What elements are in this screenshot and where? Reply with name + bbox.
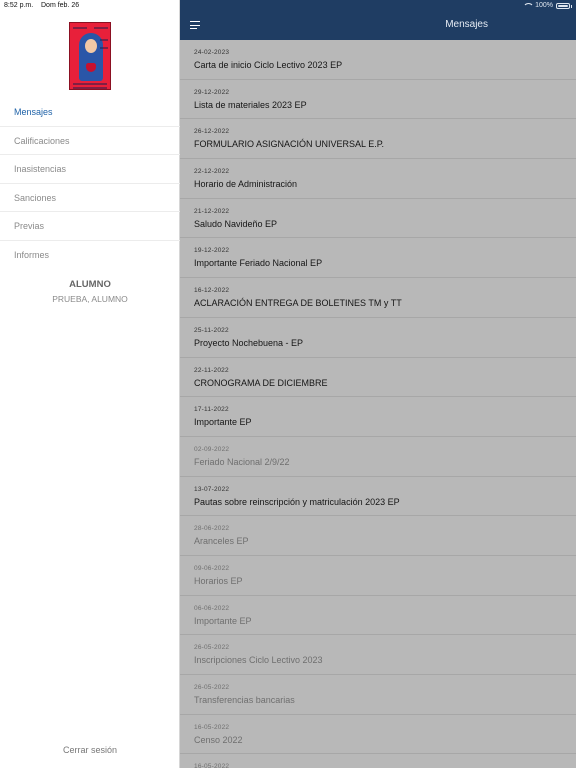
message-date: 16-12-2022 (194, 287, 230, 295)
message-title: Importante Feriado Nacional EP (194, 258, 323, 269)
list-item[interactable]: 02-09-2022 Feriado Nacional 2/9/22 (180, 437, 576, 477)
sidebar-item-mensajes[interactable]: Mensajes (0, 98, 180, 127)
message-date: 22-11-2022 (194, 366, 229, 374)
list-item[interactable]: 26-05-2022 Transferencias bancarias (180, 675, 576, 715)
list-item[interactable]: 16-05-2022 Censo 2022 (180, 715, 576, 755)
user-name: PRUEBA, ALUMNO (52, 294, 128, 304)
status-date: Dom feb. 26 (41, 2, 80, 9)
wifi-icon (523, 2, 535, 9)
list-item[interactable]: 25-11-2022 Proyecto Nochebuena - EP (180, 318, 576, 358)
message-title: Aranceles EP (194, 536, 249, 547)
list-item[interactable]: 26-12-2022 FORMULARIO ASIGNACIÓN UNIVERSA… (180, 119, 576, 160)
sidebar-item-inasistencias[interactable]: Inasistencias (0, 155, 180, 184)
list-item[interactable]: 21-12-2022 Saludo Navideño EP (180, 199, 576, 239)
logout-button[interactable]: Cerrar sesión (0, 745, 180, 755)
message-list: 24-02-2023 Carta de inicio Ciclo Lectivo … (180, 40, 576, 768)
message-date: 02-09-2022 (194, 445, 230, 453)
message-date: 09-06-2022 (194, 564, 230, 572)
message-title: Inscripciones Ciclo Lectivo 2023 (194, 655, 323, 666)
message-date: 21-12-2022 (194, 207, 230, 215)
sidebar-item-calificaciones[interactable]: Calificaciones (0, 127, 180, 156)
list-item[interactable]: 26-05-2022 Inscripciones Ciclo Lectivo 20… (180, 635, 576, 675)
side-menu-list: Mensajes Calificaciones Inasistencias Sanci… (0, 98, 180, 270)
list-item[interactable]: 16-12-2022 ACLARACIÓN ENTREGA DE BOLETINE… (180, 278, 576, 318)
message-date: 19-12-2022 (194, 247, 230, 255)
message-date: 26-05-2022 (194, 684, 230, 691)
message-title: Importante EP (194, 417, 252, 428)
list-item[interactable]: 19-12-2022 Importante Feriado Nacional EP (180, 238, 576, 279)
message-date: 28-06-2022 (194, 525, 230, 533)
message-title: Importante EP (194, 615, 252, 626)
list-item[interactable]: 16-05-2022 (180, 754, 576, 768)
message-date: 24-02-2023 (194, 49, 230, 56)
messages-panel: Mensajes 24-02-2023 Carta de inicio Ciclo… (180, 0, 576, 768)
sidebar-item-sanciones[interactable]: Sanciones (0, 184, 180, 213)
side-menu: Mensajes Calificaciones Inasistencias Sanci… (0, 0, 180, 768)
message-title: ACLARACIÓN ENTREGA DE BOLETINES TM y TT (194, 298, 402, 309)
message-title: Lista de materiales 2023 EP (194, 99, 307, 110)
message-title: Censo 2022 (194, 734, 243, 745)
message-date: 16-05-2022 (194, 763, 230, 768)
message-date: 29-12-2022 (194, 88, 230, 96)
status-right: 100% (523, 2, 572, 9)
message-title: Horarios EP (194, 575, 243, 586)
list-item[interactable]: 09-06-2022 Horarios EP (180, 556, 576, 596)
user-role: ALUMNO (69, 279, 111, 290)
list-item[interactable]: 22-12-2022 Horario de Administración (180, 159, 576, 199)
message-date: 25-11-2022 (194, 326, 229, 334)
message-date: 06-06-2022 (194, 604, 230, 612)
message-title: CRONOGRAMA DE DICIEMBRE (194, 377, 328, 388)
list-item[interactable]: 22-11-2022 CRONOGRAMA DE DICIEMBRE (180, 358, 576, 398)
list-item[interactable]: 13-07-2022 Pautas sobre reinscripción y m… (180, 477, 576, 517)
list-item[interactable]: 17-11-2022 Importante EP (180, 397, 576, 437)
school-crest-icon (69, 22, 111, 90)
page-title: Mensajes (445, 19, 488, 30)
battery-icon (556, 2, 572, 9)
message-title: Pautas sobre reinscripción y matriculaci… (194, 496, 400, 507)
status-time: 8:52 p.m. (4, 2, 34, 9)
message-title: Proyecto Nochebuena - EP (194, 337, 304, 348)
status-bar: 8:52 p.m. Dom feb. 26 100% (0, 0, 576, 12)
message-date: 26-05-2022 (194, 644, 230, 652)
list-item[interactable]: 06-06-2022 Importante EP (180, 596, 576, 636)
message-title: Carta de inicio Ciclo Lectivo 2023 EP (194, 60, 343, 70)
message-date: 26-12-2022 (194, 128, 230, 136)
message-title: Horario de Administración (194, 179, 298, 190)
message-title: Saludo Navideño EP (194, 218, 278, 229)
battery-percent: 100% (535, 2, 553, 9)
sidebar-item-informes[interactable]: Informes (0, 241, 180, 270)
message-date: 22-12-2022 (194, 168, 230, 176)
message-date: 13-07-2022 (194, 485, 230, 493)
list-item[interactable]: 28-06-2022 Aranceles EP (180, 516, 576, 556)
user-info: ALUMNO PRUEBA, ALUMNO (0, 279, 180, 304)
message-date: 17-11-2022 (194, 406, 229, 414)
list-item[interactable]: 29-12-2022 Lista de materiales 2023 EP (180, 80, 576, 120)
sidebar-item-previas[interactable]: Previas (0, 212, 180, 241)
message-date: 16-05-2022 (194, 723, 230, 731)
message-title: FORMULARIO ASIGNACIÓN UNIVERSAL E.P. (194, 139, 385, 150)
message-title: Feriado Nacional 2/9/22 (194, 456, 290, 467)
list-item[interactable]: 24-02-2023 Carta de inicio Ciclo Lectivo … (180, 40, 576, 80)
message-title: Transferencias bancarias (194, 695, 295, 705)
